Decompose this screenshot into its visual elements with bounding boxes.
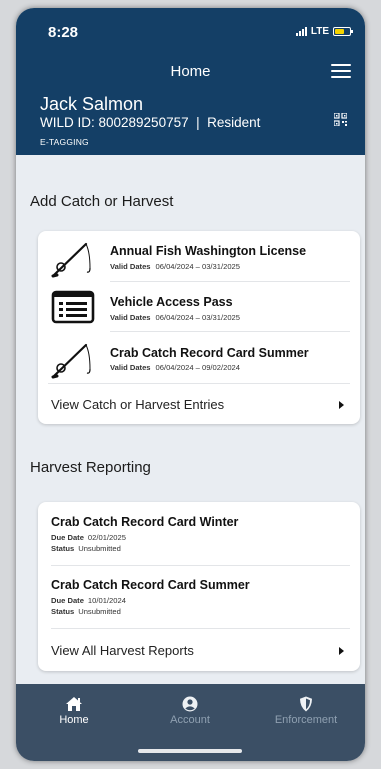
view-catch-entries-link[interactable]: View Catch or Harvest Entries [38, 384, 360, 424]
catch-item-title: Vehicle Access Pass [110, 295, 233, 309]
battery-icon [333, 27, 353, 36]
network-label: LTE [310, 26, 329, 37]
catch-card: Annual Fish Washington License Valid Dat… [38, 231, 360, 424]
pass-card-icon [51, 290, 95, 324]
tab-label: Home [59, 714, 89, 726]
view-harvest-reports-label: View All Harvest Reports [51, 643, 194, 658]
harvest-item-status: Status Unsubmitted [51, 607, 121, 616]
phone-screen: 8:28 LTE Home Jack Salmon WILD ID: 80028… [16, 8, 365, 761]
wild-id-line: WILD ID: 800289250757 | Resident [40, 115, 261, 130]
view-catch-entries-label: View Catch or Harvest Entries [51, 397, 225, 412]
e-tagging-label: E-TAGGING [40, 137, 89, 147]
tab-enforcement[interactable]: Enforcement [248, 696, 364, 726]
harvest-item-title: Crab Catch Record Card Summer [51, 578, 250, 592]
tab-label: Enforcement [274, 714, 338, 726]
status-indicators: LTE [295, 26, 353, 37]
fishing-rod-icon [51, 343, 91, 379]
home-icon [66, 697, 82, 711]
harvest-item-status: Status Unsubmitted [51, 544, 121, 553]
harvest-item-title: Crab Catch Record Card Winter [51, 515, 239, 529]
catch-item-title: Annual Fish Washington License [110, 244, 307, 258]
harvest-item-due: Due Date 10/01/2024 [51, 596, 126, 605]
app-header: 8:28 LTE Home Jack Salmon WILD ID: 80028… [16, 8, 365, 155]
tab-label: Account [170, 714, 210, 726]
harvest-item-crab-winter[interactable]: Crab Catch Record Card Winter Due Date 02… [38, 502, 360, 564]
tab-account[interactable]: Account [132, 696, 248, 726]
status-time: 8:28 [48, 24, 79, 41]
harvest-item-crab-summer[interactable]: Crab Catch Record Card Summer Due Date 10… [38, 566, 360, 628]
catch-item-dates: Valid Dates 06/04/2024 – 09/02/2024 [110, 363, 240, 372]
caret-right-icon [339, 647, 344, 655]
fishing-rod-icon [51, 242, 91, 278]
caret-right-icon [339, 401, 344, 409]
signal-icon [295, 27, 307, 36]
qr-code-icon[interactable] [334, 113, 347, 126]
catch-item-title: Crab Catch Record Card Summer [110, 346, 309, 360]
page-title: Home [170, 63, 211, 80]
user-name: Jack Salmon [40, 94, 144, 114]
catch-item-fish-license[interactable]: Annual Fish Washington License Valid Dat… [38, 231, 360, 281]
tab-home[interactable]: Home [16, 696, 132, 726]
catch-item-dates: Valid Dates 06/04/2024 – 03/31/2025 [110, 262, 240, 271]
hamburger-menu-icon[interactable] [331, 64, 351, 78]
harvest-card: Crab Catch Record Card Winter Due Date 02… [38, 502, 360, 671]
account-icon [182, 696, 198, 712]
view-harvest-reports-link[interactable]: View All Harvest Reports [38, 629, 360, 671]
harvest-item-due: Due Date 02/01/2025 [51, 533, 126, 542]
catch-item-dates: Valid Dates 06/04/2024 – 03/31/2025 [110, 313, 240, 322]
catch-section-title: Add Catch or Harvest [30, 193, 174, 210]
home-indicator [138, 749, 242, 753]
shield-icon [300, 696, 312, 712]
catch-item-vehicle-pass[interactable]: Vehicle Access Pass Valid Dates 06/04/202… [38, 282, 360, 331]
catch-item-crab-summer[interactable]: Crab Catch Record Card Summer Valid Date… [38, 332, 360, 382]
harvest-section-title: Harvest Reporting [30, 459, 151, 476]
